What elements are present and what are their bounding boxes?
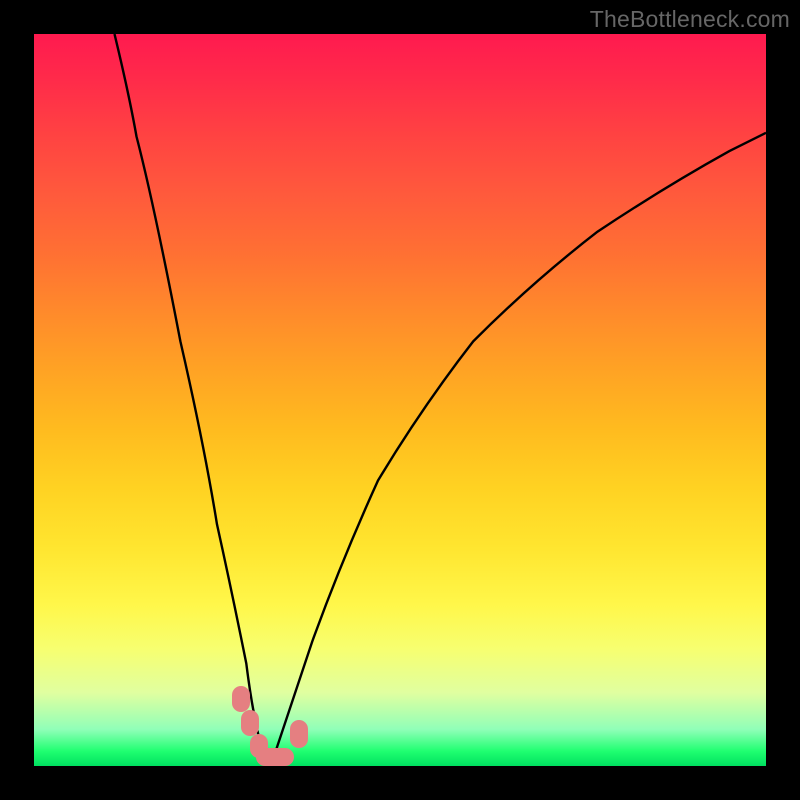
chart-container: TheBottleneck.com: [0, 0, 800, 800]
plot-area: [34, 34, 766, 766]
bottleneck-curve: [34, 34, 766, 766]
watermark-text: TheBottleneck.com: [590, 6, 790, 33]
optimum-marker: [232, 686, 250, 712]
optimum-marker: [256, 748, 294, 766]
curve-path: [115, 34, 767, 759]
optimum-marker: [241, 710, 259, 736]
optimum-marker: [290, 720, 308, 748]
